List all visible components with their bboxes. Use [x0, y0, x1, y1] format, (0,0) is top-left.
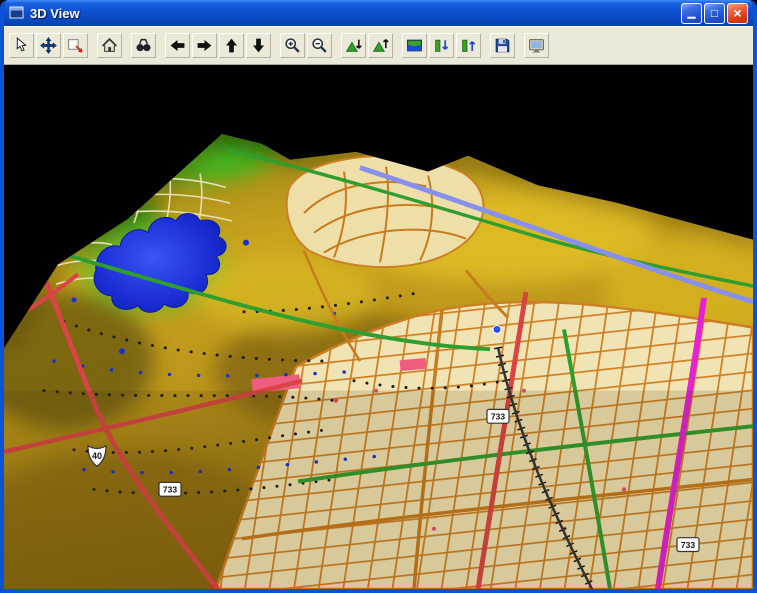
route-box-733-a: 733	[159, 482, 181, 496]
pond	[119, 348, 125, 354]
select-tool-button[interactable]	[9, 33, 34, 58]
exaggeration-down-button[interactable]	[429, 33, 454, 58]
app-icon	[9, 5, 25, 21]
map-viewport[interactable]: 40 733 733 733	[4, 65, 753, 589]
route-label: 733	[491, 412, 505, 422]
minimize-button[interactable]: ▁	[681, 3, 702, 24]
pond	[72, 297, 77, 302]
pan-tool-button[interactable]	[36, 33, 61, 58]
route-box-733-b: 733	[487, 409, 509, 423]
region-select-icon	[67, 37, 84, 54]
region-tool-button[interactable]	[63, 33, 88, 58]
window-3d-view: 3D View ▁ □ ×	[0, 0, 757, 593]
move-right-button[interactable]	[192, 33, 217, 58]
bar-arrow-up-icon	[460, 37, 477, 54]
exaggeration-up-button[interactable]	[456, 33, 481, 58]
maximize-button[interactable]: □	[704, 3, 725, 24]
move-arrows-icon	[40, 37, 57, 54]
zoom-out-icon	[311, 37, 328, 54]
zoom-in-button[interactable]	[280, 33, 305, 58]
route-label: 733	[163, 485, 177, 495]
water-view-button[interactable]	[402, 33, 427, 58]
route-label: 733	[681, 540, 695, 550]
binoculars-icon	[135, 37, 152, 54]
3d-terrain-map[interactable]: 40 733 733 733	[4, 65, 753, 589]
shield-label: 40	[92, 451, 102, 461]
move-left-button[interactable]	[165, 33, 190, 58]
window-title: 3D View	[30, 6, 676, 21]
find-button[interactable]	[131, 33, 156, 58]
route-box-733-c: 733	[677, 538, 699, 552]
terrain-water-icon	[406, 37, 423, 54]
home-view-button[interactable]	[97, 33, 122, 58]
bar-arrow-down-icon	[433, 37, 450, 54]
move-down-button[interactable]	[246, 33, 271, 58]
arrow-left-icon	[169, 37, 186, 54]
foreground-shade	[4, 391, 753, 589]
zoom-out-button[interactable]	[307, 33, 332, 58]
select-cursor-icon	[13, 37, 30, 54]
titlebar[interactable]: 3D View ▁ □ ×	[4, 0, 753, 26]
move-up-button[interactable]	[219, 33, 244, 58]
terrain-down-button[interactable]	[341, 33, 366, 58]
window-controls: ▁ □ ×	[681, 3, 748, 24]
zoom-in-icon	[284, 37, 301, 54]
toolbar	[4, 26, 753, 65]
snapshot-button[interactable]	[524, 33, 549, 58]
floppy-disk-icon	[494, 37, 511, 54]
poi-marker	[493, 326, 501, 334]
arrow-down-icon	[250, 37, 267, 54]
terrain-arrow-down-icon	[345, 37, 362, 54]
close-button[interactable]: ×	[727, 3, 748, 24]
save-button[interactable]	[490, 33, 515, 58]
screen-capture-icon	[528, 37, 545, 54]
home-icon	[101, 37, 118, 54]
arrow-up-icon	[223, 37, 240, 54]
terrain-up-button[interactable]	[368, 33, 393, 58]
arrow-right-icon	[196, 37, 213, 54]
pond	[243, 240, 249, 246]
terrain-arrow-up-icon	[372, 37, 389, 54]
